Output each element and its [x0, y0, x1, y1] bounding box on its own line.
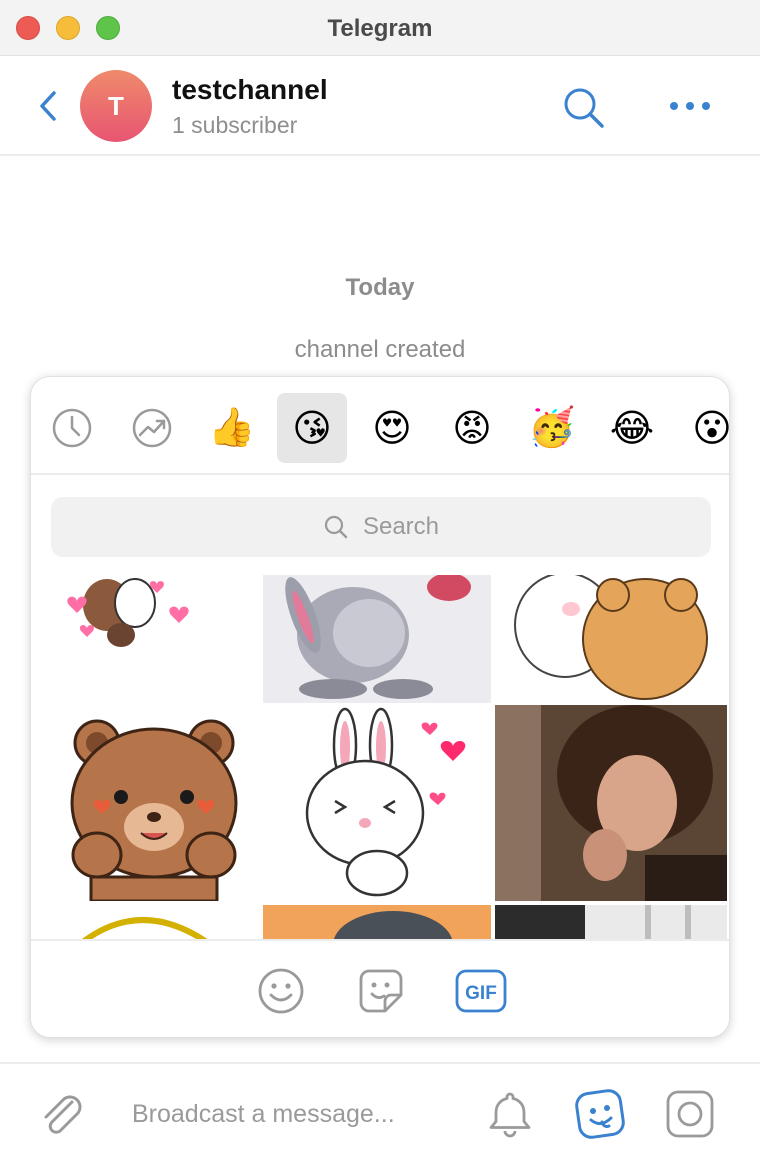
gif-result[interactable] [51, 905, 263, 939]
chat-header: T testchannel 1 subscriber [0, 56, 760, 156]
gif-result[interactable] [495, 905, 727, 939]
trending-icon [132, 408, 172, 448]
channel-avatar[interactable]: T [80, 70, 152, 142]
gif-result[interactable] [263, 575, 491, 703]
category-heart-eyes-icon[interactable]: 😍 [357, 393, 427, 463]
category-laughing-icon[interactable]: 😂 [597, 393, 667, 463]
emoji-sticker-button[interactable] [572, 1086, 628, 1142]
silent-broadcast-button[interactable] [484, 1088, 536, 1140]
video-message-button[interactable] [664, 1088, 716, 1140]
bell-icon [489, 1092, 531, 1138]
panel-tab-bar: GIF [31, 939, 729, 1037]
back-button[interactable] [32, 86, 64, 126]
clock-icon [52, 408, 92, 448]
window-titlebar: Telegram [0, 0, 760, 56]
paperclip-icon [44, 1095, 82, 1134]
more-options-button[interactable] [666, 92, 714, 120]
gif-result[interactable] [495, 705, 727, 901]
gif-search-input[interactable]: Search [51, 497, 711, 557]
search-icon [564, 88, 604, 128]
gif-category-strip: 👍 😘 😍 😡 🥳 😂 😮 [31, 377, 729, 475]
gif-result[interactable] [495, 575, 727, 703]
category-trending[interactable] [117, 393, 187, 463]
category-thumbs-up-icon[interactable]: 👍 [197, 393, 267, 463]
category-kiss-icon[interactable]: 😘 [277, 393, 347, 463]
gif-result[interactable] [51, 705, 263, 901]
gif-result[interactable] [51, 575, 263, 703]
camera-icon [666, 1090, 714, 1138]
date-separator: Today [345, 274, 415, 301]
stickers-tab[interactable] [355, 965, 407, 1017]
subscriber-count: 1 subscriber [172, 112, 298, 138]
search-button[interactable] [560, 84, 608, 132]
emoji-gif-panel: 👍 😘 😍 😡 🥳 😂 😮 Search GIF [30, 376, 730, 1038]
category-angry-icon[interactable]: 😡 [437, 393, 507, 463]
gif-tab[interactable]: GIF [455, 965, 507, 1017]
avatar-letter: T [108, 90, 124, 121]
message-input[interactable] [132, 1096, 452, 1132]
gif-result[interactable] [263, 905, 491, 939]
search-icon [324, 515, 348, 539]
attach-button[interactable] [36, 1088, 88, 1140]
sticker-smiley-icon [575, 1089, 625, 1139]
gif-icon: GIF [455, 969, 507, 1013]
gif-results-grid [31, 575, 729, 939]
window-title: Telegram [327, 15, 433, 42]
message-composer [0, 1062, 760, 1162]
smiley-icon [258, 968, 304, 1014]
gif-tab-label: GIF [465, 983, 497, 1004]
search-placeholder: Search [362, 513, 440, 540]
service-message: channel created [294, 336, 466, 363]
category-surprised-icon[interactable]: 😮 [677, 393, 729, 463]
gif-result[interactable] [263, 705, 491, 901]
chevron-left-icon [40, 91, 56, 121]
category-party-icon[interactable]: 🥳 [517, 393, 587, 463]
more-dots-icon [670, 102, 710, 110]
sticker-icon [359, 969, 403, 1013]
emoji-tab[interactable] [255, 965, 307, 1017]
channel-name[interactable]: testchannel [172, 74, 328, 106]
category-recent[interactable] [37, 393, 107, 463]
